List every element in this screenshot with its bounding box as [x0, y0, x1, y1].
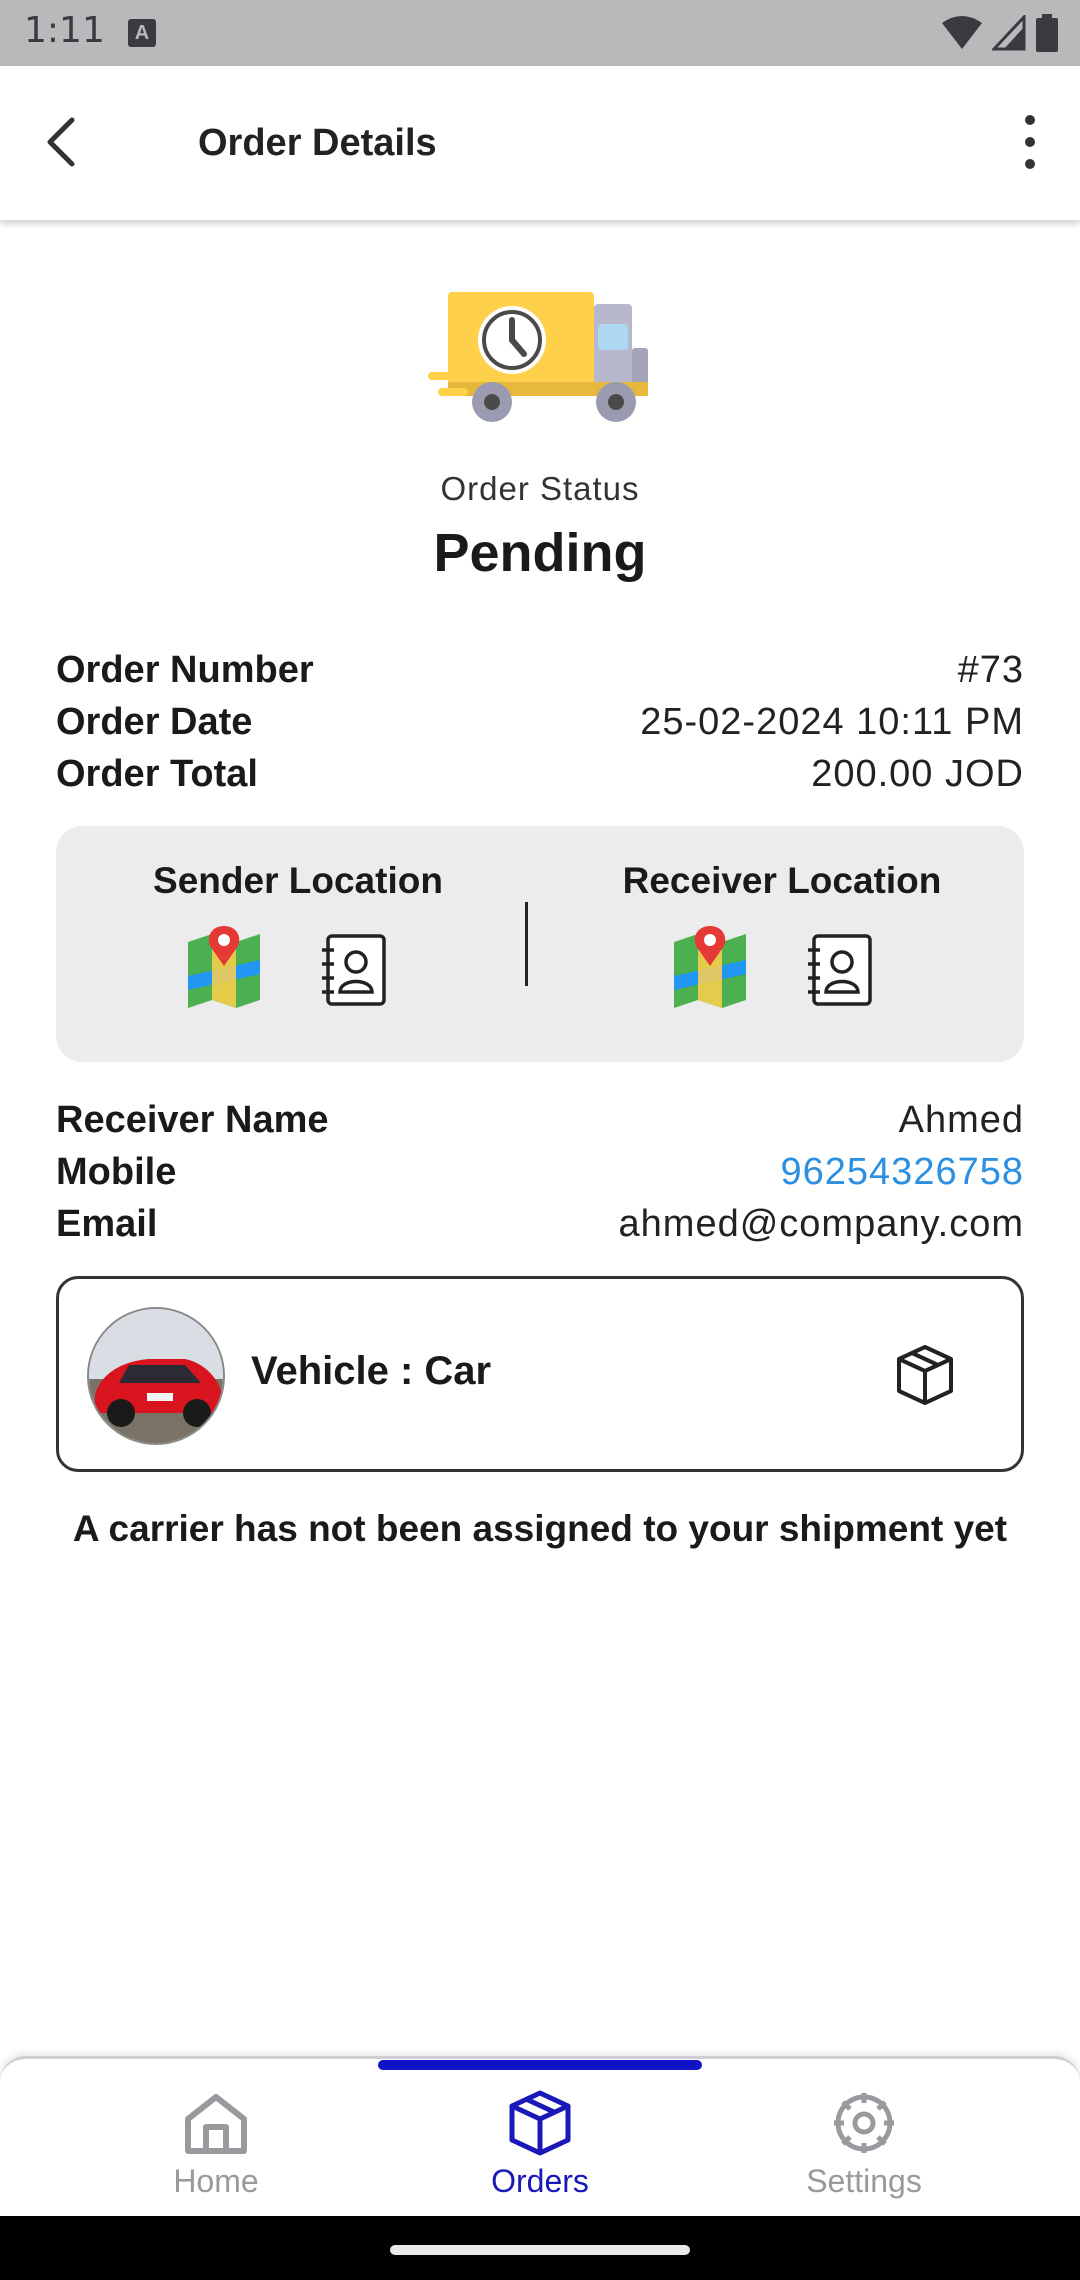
vehicle-card[interactable]: Vehicle : Car: [56, 1276, 1024, 1472]
order-date-value: 25-02-2024 10:11 PM: [640, 700, 1024, 743]
bottom-navigation: Home Orders Settings: [0, 2056, 1080, 2216]
receiver-name-label: Receiver Name: [56, 1098, 329, 1141]
back-button[interactable]: [34, 110, 98, 174]
receiver-contact-icon[interactable]: [806, 934, 874, 1006]
order-date-label: Order Date: [56, 700, 253, 743]
order-status-label: Order Status: [440, 470, 640, 507]
notification-icon: A: [128, 19, 156, 47]
order-status-value: Pending: [433, 523, 647, 583]
receiver-name-row: Receiver Name Ahmed: [56, 1094, 1024, 1146]
mobile-row: Mobile 96254326758: [56, 1146, 1024, 1198]
nav-home-label: Home: [173, 2163, 259, 2199]
receiver-location-section: Receiver Location: [540, 826, 1024, 1062]
receiver-name-value: Ahmed: [898, 1098, 1024, 1141]
status-bar: 1:11 A: [0, 0, 1080, 66]
nav-orders-label: Orders: [491, 2163, 589, 2199]
order-number-value: #73: [957, 648, 1024, 691]
sender-contact-icon[interactable]: [320, 934, 388, 1006]
box-icon: [506, 2089, 574, 2157]
signal-icon: [992, 15, 1026, 51]
order-date-row: Order Date 25-02-2024 10:11 PM: [56, 696, 1024, 748]
order-total-value: 200.00 JOD: [811, 752, 1024, 795]
nav-orders[interactable]: Orders: [360, 2059, 720, 2219]
home-icon: [182, 2089, 250, 2157]
order-number-row: Order Number #73: [56, 644, 1024, 696]
mobile-link[interactable]: 96254326758: [781, 1151, 1024, 1194]
back-arrow-icon: [47, 117, 75, 167]
email-label: Email: [56, 1202, 158, 1245]
order-number-label: Order Number: [56, 648, 314, 691]
more-vertical-icon: [1025, 115, 1035, 169]
email-row: Email ahmed@company.com: [56, 1198, 1024, 1250]
more-options-button[interactable]: [998, 110, 1062, 174]
vehicle-label: Vehicle : Car: [251, 1349, 492, 1393]
sender-map-icon[interactable]: [186, 926, 262, 1008]
mobile-label: Mobile: [56, 1150, 177, 1193]
receiver-map-icon[interactable]: [672, 926, 748, 1008]
nav-home[interactable]: Home: [36, 2059, 396, 2219]
wifi-icon: [942, 16, 982, 49]
status-time: 1:11: [24, 10, 105, 51]
receiver-location-title: Receiver Location: [622, 860, 942, 901]
order-total-row: Order Total 200.00 JOD: [56, 748, 1024, 800]
nav-settings[interactable]: Settings: [684, 2059, 1044, 2219]
sender-location-section: Sender Location: [56, 826, 540, 1062]
app-bar: Order Details: [0, 66, 1080, 220]
page-title: Order Details: [198, 122, 437, 164]
active-tab-indicator: [378, 2060, 702, 2070]
delivery-truck-icon: [428, 284, 652, 428]
order-total-label: Order Total: [56, 752, 258, 795]
carrier-status-message: A carrier has not been assigned to your …: [72, 1508, 1008, 1549]
home-gesture-pill[interactable]: [390, 2245, 690, 2255]
battery-icon: [1036, 14, 1058, 52]
gear-icon: [830, 2089, 898, 2157]
status-icons: [942, 14, 1058, 52]
locations-card: Sender Location Receiver Location: [56, 826, 1024, 1062]
sender-location-title: Sender Location: [153, 860, 443, 901]
package-icon[interactable]: [891, 1341, 959, 1409]
nav-settings-label: Settings: [806, 2163, 922, 2199]
email-value: ahmed@company.com: [618, 1202, 1024, 1245]
vehicle-avatar: [87, 1307, 225, 1445]
location-divider: [525, 902, 528, 986]
